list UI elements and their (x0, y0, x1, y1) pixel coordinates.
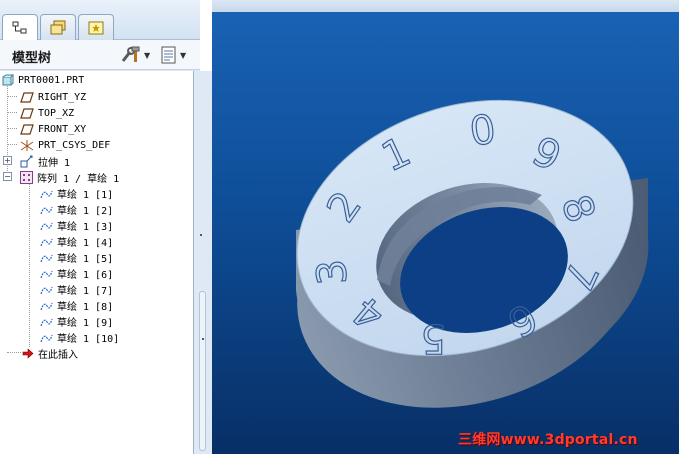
tree-item-label: 草绘 1 [1] (57, 189, 114, 201)
model-tree-header: 模型树 ▼ ▼ (0, 40, 200, 70)
tree-item-sketch[interactable]: 草绘 1 [6] (40, 265, 113, 281)
tree-item-label: TOP_XZ (38, 107, 75, 119)
datum-plane-icon (20, 107, 34, 119)
tree-item-label: PRT_CSYS_DEF (38, 139, 111, 151)
coordinate-system-icon (20, 139, 34, 151)
sketch-icon (40, 334, 53, 342)
tree-item-label: 拉伸 1 (38, 157, 71, 169)
navigator-tabbar (0, 0, 200, 41)
tree-item-label: 草绘 1 [10] (57, 333, 120, 345)
tree-guide-line (7, 128, 17, 129)
collapse-icon[interactable]: − (3, 172, 12, 181)
model-tree-icon (12, 21, 27, 34)
tree-item-label: 阵列 1 / 草绘 1 (37, 173, 120, 185)
tree-item-sketch[interactable]: 草绘 1 [4] (40, 233, 113, 249)
tree-item-root-part[interactable]: PRT0001.PRT (2, 72, 84, 88)
tree-item-insert-here[interactable]: 在此插入 (22, 345, 78, 361)
tree-item-pattern[interactable]: 阵列 1 / 草绘 1 (20, 169, 119, 185)
digit-5: 5 (421, 315, 446, 361)
tree-show-button[interactable]: ▼ (160, 45, 194, 65)
tree-item-csys[interactable]: PRT_CSYS_DEF (20, 137, 110, 153)
tab-folder-browser[interactable] (40, 14, 76, 40)
datum-plane-icon (20, 91, 34, 103)
extrude-icon (20, 155, 33, 167)
favorites-icon (88, 21, 104, 34)
sketch-icon (40, 318, 53, 326)
tree-item-label: 草绘 1 [5] (57, 253, 114, 265)
graphics-window[interactable]: 0 9 8 7 6 5 4 3 2 1 (212, 0, 679, 454)
tree-guide-line (7, 352, 21, 353)
tools-icon (121, 46, 140, 62)
tree-item-label: RIGHT_YZ (38, 91, 87, 103)
sketch-icon (40, 254, 53, 262)
tree-item-label: 草绘 1 [6] (57, 269, 114, 281)
part-icon (2, 74, 14, 86)
tree-item-sketch[interactable]: 草绘 1 [5] (40, 249, 113, 265)
folder-browser-icon (50, 20, 66, 34)
graphics-toolbar-strip (212, 0, 679, 12)
sketch-icon (40, 222, 53, 230)
scroll-handle[interactable] (199, 291, 206, 451)
tree-item-label: 草绘 1 [4] (57, 237, 114, 249)
digit-3: 3 (309, 257, 357, 286)
sketch-icon (40, 190, 53, 198)
tree-item-front-xy[interactable]: FRONT_XY (20, 121, 86, 137)
tree-item-sketch[interactable]: 草绘 1 [9] (40, 313, 113, 329)
tree-item-sketch[interactable]: 草绘 1 [7] (40, 281, 113, 297)
model-tree: PRT0001.PRT RIGHT_YZ TOP_XZ FRONT_XY PRT… (0, 71, 194, 454)
tab-model-tree[interactable] (2, 14, 38, 41)
splitter-grip-dot (200, 234, 202, 236)
tree-item-sketch[interactable]: 草绘 1 [2] (40, 201, 113, 217)
tree-item-extrude[interactable]: 拉伸 1 (20, 153, 70, 169)
tree-item-sketch[interactable]: 草绘 1 [10] (40, 329, 119, 345)
show-list-icon (161, 46, 176, 64)
tree-settings-button[interactable]: ▼ (120, 45, 154, 65)
panel-splitter[interactable] (194, 71, 212, 454)
tree-item-top-xz[interactable]: TOP_XZ (20, 105, 74, 121)
pattern-icon (20, 170, 33, 184)
tree-item-sketch[interactable]: 草绘 1 [3] (40, 217, 113, 233)
tab-favorites[interactable] (78, 14, 114, 40)
tree-item-sketch[interactable]: 草绘 1 [1] (40, 185, 113, 201)
model-tree-title: 模型树 (12, 51, 52, 66)
expand-icon[interactable]: + (3, 156, 12, 165)
tree-item-label: 草绘 1 [9] (57, 317, 114, 329)
tree-item-label: 草绘 1 [3] (57, 221, 114, 233)
tree-item-sketch[interactable]: 草绘 1 [8] (40, 297, 113, 313)
splitter-grip-dot (202, 338, 204, 340)
sketch-icon (40, 238, 53, 246)
tree-item-label: 草绘 1 [8] (57, 301, 114, 313)
chevron-down-icon: ▼ (144, 50, 151, 60)
tree-guide-line (7, 96, 17, 97)
datum-plane-icon (20, 123, 34, 135)
tree-item-label: PRT0001.PRT (18, 74, 85, 86)
tree-item-label: FRONT_XY (38, 123, 87, 135)
sketch-icon (40, 302, 53, 310)
tree-item-label: 草绘 1 [2] (57, 205, 114, 217)
sketch-icon (40, 270, 53, 278)
tree-item-right-yz[interactable]: RIGHT_YZ (20, 89, 86, 105)
chevron-down-icon: ▼ (180, 50, 187, 60)
tree-item-label: 在此插入 (38, 349, 78, 361)
ring-model: 0 9 8 7 6 5 4 3 2 1 (296, 99, 649, 408)
tree-guide-line (7, 112, 17, 113)
watermark-text: 三维网www.3dportal.cn (458, 432, 638, 448)
insert-arrow-icon (22, 347, 34, 359)
navigator-panel: 模型树 ▼ ▼ PRT0001.PRT RIGHT_YZ TOP_XZ FRON… (0, 0, 212, 454)
tree-guide-line (29, 183, 30, 347)
tree-guide-line (7, 144, 17, 145)
sketch-icon (40, 206, 53, 214)
tree-item-label: 草绘 1 [7] (57, 285, 114, 297)
sketch-icon (40, 286, 53, 294)
